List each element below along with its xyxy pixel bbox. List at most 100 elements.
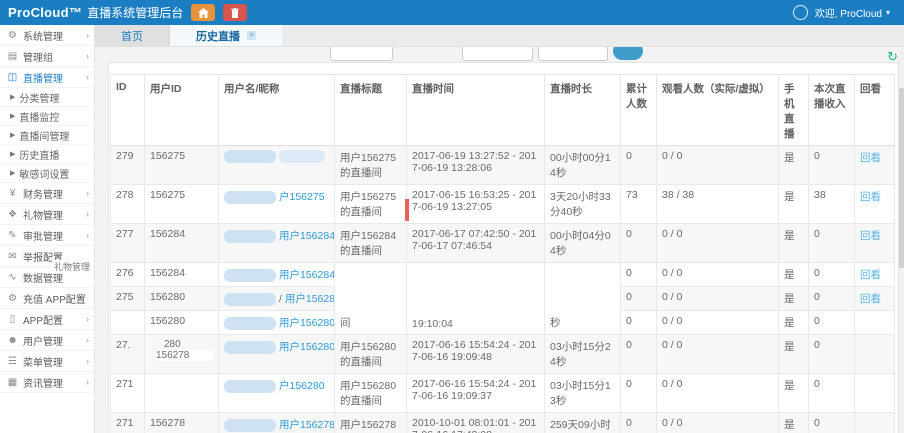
column-header-1: 用户ID xyxy=(145,75,219,146)
scrollbar-thumb[interactable] xyxy=(899,88,904,268)
blurred-name xyxy=(279,150,325,163)
cell-total-count: 0 xyxy=(621,335,657,374)
chevron-down-icon: ▾ xyxy=(886,8,890,17)
sidebar-item-15[interactable]: ☻用户管理› xyxy=(0,330,94,351)
sidebar-item-7[interactable]: ▶敏感词设置 xyxy=(0,164,94,183)
chevron-right-icon: › xyxy=(86,356,89,366)
close-icon[interactable]: × xyxy=(247,31,256,40)
table-row: 156280用户156280间19:10:04秒00 / 0是0 xyxy=(111,311,895,335)
refresh-icon[interactable]: ↻ xyxy=(887,50,898,63)
glitch-uid-fragment: 280 xyxy=(164,339,213,350)
cell-viewers: 0 / 0 xyxy=(657,287,779,311)
sidebar-item-label: 敏感词设置 xyxy=(19,166,69,181)
chevron-right-icon: › xyxy=(86,188,89,198)
user-link[interactable]: 用户156280 xyxy=(285,293,335,305)
cell-live-time xyxy=(407,287,545,311)
cell-live-title: 间 xyxy=(335,311,407,335)
cell-nickname: 用户156284 xyxy=(219,224,335,263)
user-link[interactable]: 用户156280 xyxy=(279,341,335,353)
home-button[interactable] xyxy=(191,4,215,21)
menu-icon: ☰ xyxy=(6,356,19,367)
user-link[interactable]: 户156275 xyxy=(279,191,325,203)
cell-id: 277 xyxy=(111,224,145,263)
replay-link[interactable]: 回看 xyxy=(860,293,881,305)
sidebar-item-8[interactable]: ¥财务管理› xyxy=(0,183,94,204)
triangle-icon: ▶ xyxy=(10,150,15,158)
sidebar-item-11[interactable]: ✉举报配置礼物管理 xyxy=(0,246,94,267)
sidebar-item-16[interactable]: ☰菜单管理› xyxy=(0,351,94,372)
video-camera-icon: ◫ xyxy=(6,72,19,83)
sidebar-item-4[interactable]: ▶直播监控 xyxy=(0,107,94,126)
column-header-4: 直播时间 xyxy=(407,75,545,146)
cell-income: 0 xyxy=(809,374,855,413)
table-row: 276156284用户15628400 / 0是0回看 xyxy=(111,263,895,287)
blurred-name xyxy=(224,150,276,163)
user-link[interactable]: 用户156280 xyxy=(279,317,335,329)
sidebar-item-13[interactable]: ⚙充值 APP配置 xyxy=(0,288,94,309)
sidebar-item-6[interactable]: ▶历史直播 xyxy=(0,145,94,164)
cell-total-count: 0 xyxy=(621,146,657,185)
avatar xyxy=(793,5,808,20)
cell-live-title: 用户156280的直播间 xyxy=(335,374,407,413)
cell-total-count: 73 xyxy=(621,185,657,224)
blurred-name xyxy=(224,269,276,282)
filter-input-2[interactable] xyxy=(462,47,533,61)
cell-income: 0 xyxy=(809,146,855,185)
sidebar-item-17[interactable]: ▦资讯管理› xyxy=(0,372,94,393)
user-link[interactable]: 用户156284 xyxy=(279,269,335,281)
sidebar-item-label: 直播管理 xyxy=(23,70,63,85)
cell-id: 275 xyxy=(111,287,145,311)
cell-id: 276 xyxy=(111,263,145,287)
replay-link[interactable]: 回看 xyxy=(860,269,881,281)
sidebar-item-0[interactable]: ⚙系统管理› xyxy=(0,25,94,46)
sidebar-item-2[interactable]: ◫直播管理› xyxy=(0,67,94,88)
cell-live-duration: 3天20小时33分40秒 xyxy=(545,185,621,224)
sidebar-item-1[interactable]: ▤管理组› xyxy=(0,46,94,67)
sidebar-item-3[interactable]: ▶分类管理 xyxy=(0,88,94,107)
table-row: 275156280/ 用户15628000 / 0是0回看 xyxy=(111,287,895,311)
table-row: 271156278用户156278用户156278的直播间2010-10-01 … xyxy=(111,413,895,433)
monitor-icon: ▤ xyxy=(6,51,19,62)
tab-history-live[interactable]: 历史直播 × xyxy=(170,25,282,46)
sidebar-item-label: 资讯管理 xyxy=(23,375,63,390)
cell-live-title: 用户156278的直播间 xyxy=(335,413,407,433)
cell-income: 0 xyxy=(809,335,855,374)
filter-input-3[interactable] xyxy=(538,47,608,61)
sidebar-item-10[interactable]: ✎审批管理› xyxy=(0,225,94,246)
tab-home[interactable]: 首页 xyxy=(95,25,170,46)
cell-live-time: 2017-06-16 15:54:24 - 2017-06-16 19:09:3… xyxy=(407,374,545,413)
sidebar-item-label: 礼物管理 xyxy=(23,207,63,222)
cell-replay: 回看 xyxy=(855,146,895,185)
cell-total-count: 0 xyxy=(621,287,657,311)
replay-link[interactable]: 回看 xyxy=(860,152,881,164)
cell-live-title: 用户156284的直播间 xyxy=(335,224,407,263)
users-icon: ☻ xyxy=(6,335,19,346)
replay-link[interactable]: 回看 xyxy=(860,191,881,203)
cell-mobile-live: 是 xyxy=(779,374,809,413)
cell-live-duration: 259天09小时41分07秒 xyxy=(545,413,621,433)
user-link[interactable]: 用户156278 xyxy=(279,419,335,431)
sidebar-item-5[interactable]: ▶直播间管理 xyxy=(0,126,94,145)
user-link[interactable]: 户156280 xyxy=(279,380,325,392)
user-link[interactable]: 用户156284 xyxy=(279,230,335,242)
cell-live-duration: 秒 xyxy=(545,311,621,335)
table-row: 277156284用户156284用户156284的直播间2017-06-17 … xyxy=(111,224,895,263)
sidebar-item-14[interactable]: ▯APP配置› xyxy=(0,309,94,330)
cell-viewers: 0 / 0 xyxy=(657,146,779,185)
cell-user-id: 280156278 xyxy=(145,335,219,374)
blurred-name xyxy=(224,293,276,306)
trash-button[interactable] xyxy=(223,4,247,21)
vertical-scrollbar[interactable] xyxy=(899,48,904,433)
cell-replay: 回看 xyxy=(855,224,895,263)
sidebar-item-label: 系统管理 xyxy=(23,28,63,43)
sidebar-item-9[interactable]: ❖礼物管理› xyxy=(0,204,94,225)
user-menu[interactable]: 欢迎, ProCloud ▾ xyxy=(793,5,890,20)
replay-link[interactable]: 回看 xyxy=(860,230,881,242)
cell-mobile-live: 是 xyxy=(779,335,809,374)
search-button[interactable] xyxy=(613,47,643,60)
blurred-name xyxy=(224,191,276,204)
edit-icon: ✎ xyxy=(6,230,19,241)
filter-input-1[interactable] xyxy=(330,47,393,61)
sidebar-item-label: 直播间管理 xyxy=(19,128,69,143)
cell-nickname: 户156275 xyxy=(219,185,335,224)
